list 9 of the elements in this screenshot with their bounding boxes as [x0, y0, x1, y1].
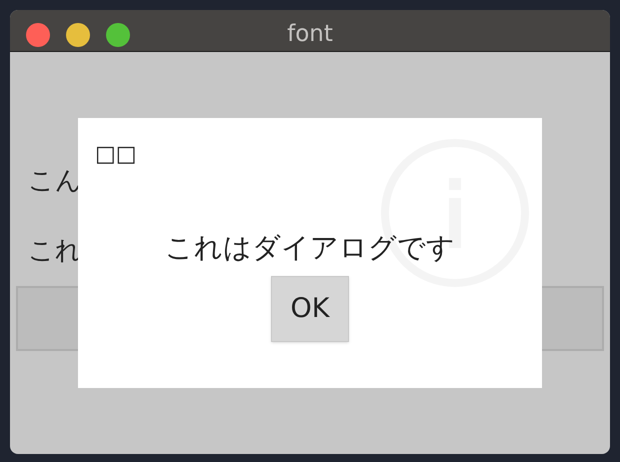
label: これ [28, 236, 82, 266]
close-button[interactable] [26, 23, 50, 47]
maximize-button[interactable] [106, 23, 130, 47]
window-title: font [287, 20, 333, 48]
dialog-message: これはダイアログです [165, 230, 455, 266]
label: こん [28, 166, 82, 196]
minimize-button[interactable] [66, 23, 90, 47]
dialog-title: □□ [95, 141, 137, 169]
ok-button[interactable]: OK [271, 276, 349, 342]
